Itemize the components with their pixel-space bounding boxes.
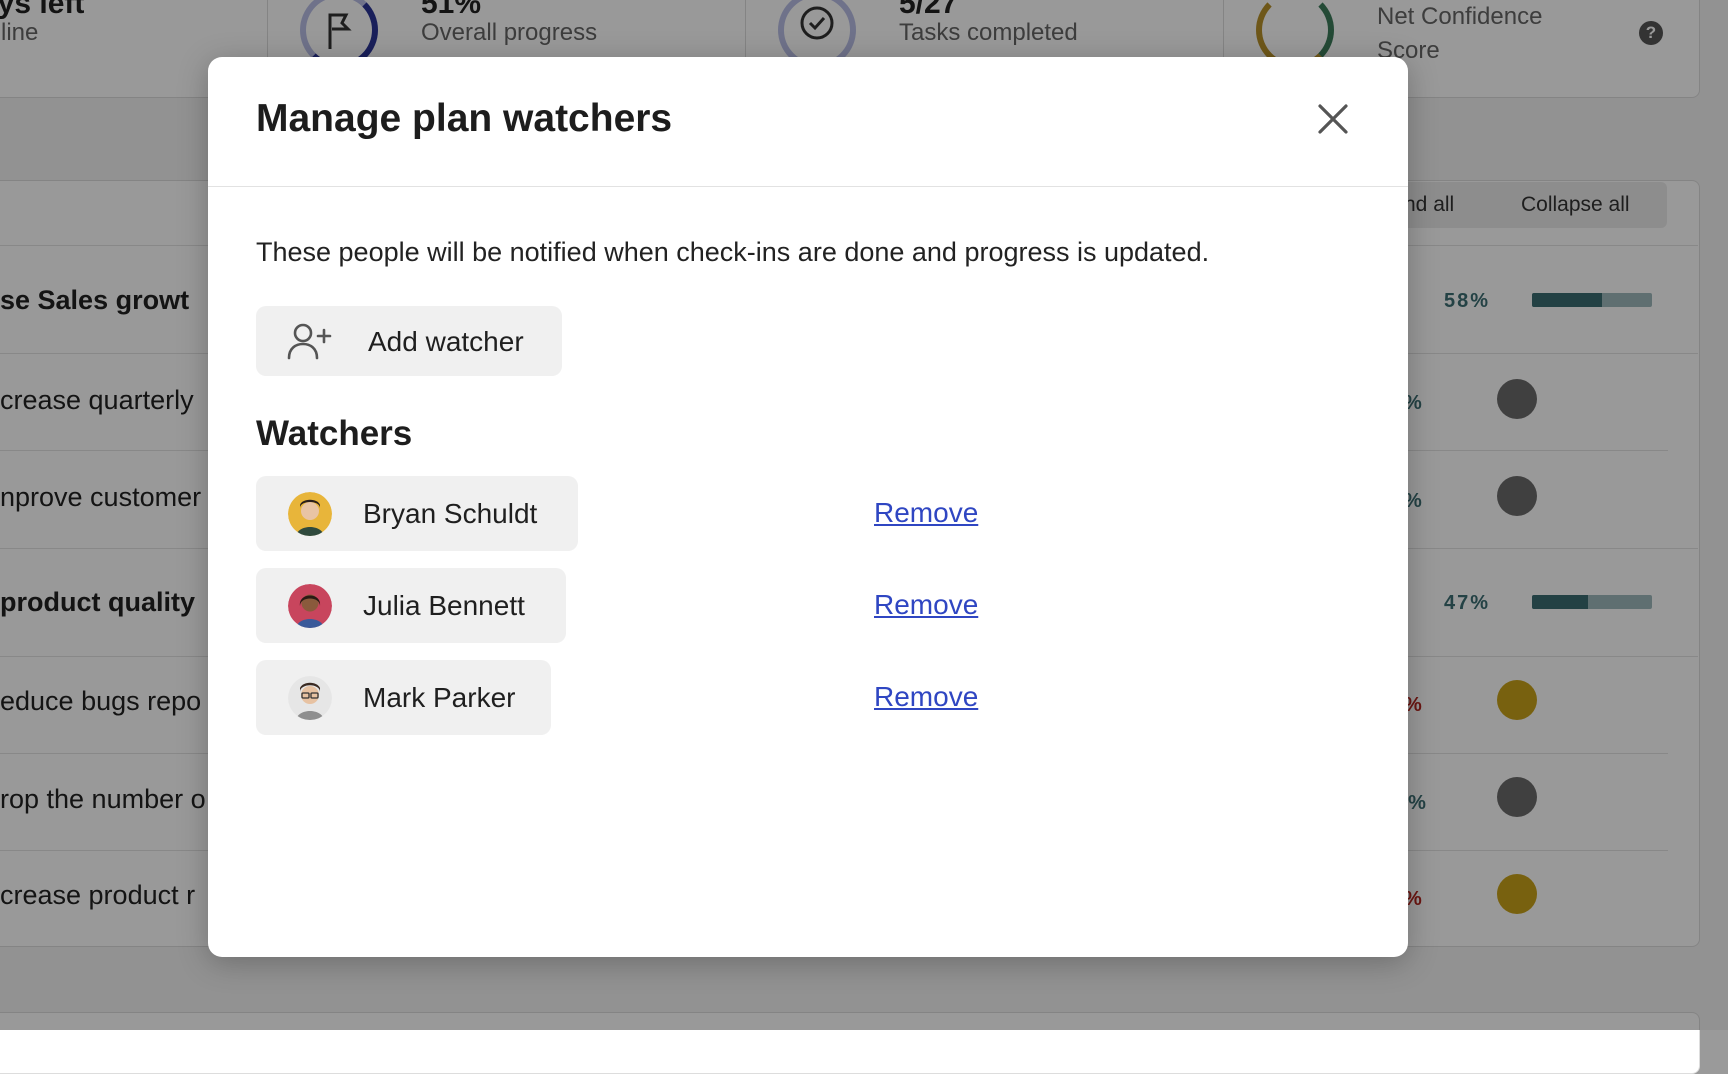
add-watcher-button[interactable]: Add watcher bbox=[256, 306, 562, 376]
close-button[interactable] bbox=[1308, 94, 1358, 144]
remove-watcher-link[interactable]: Remove bbox=[874, 497, 978, 529]
manage-watchers-dialog: Manage plan watchers These people will b… bbox=[208, 57, 1408, 957]
watcher-name: Mark Parker bbox=[363, 682, 516, 713]
dialog-description: These people will be notified when check… bbox=[256, 237, 1210, 267]
avatar bbox=[288, 676, 332, 720]
watcher-name: Bryan Schuldt bbox=[363, 498, 538, 529]
dialog-title: Manage plan watchers bbox=[256, 97, 673, 140]
avatar bbox=[288, 584, 332, 628]
avatar bbox=[288, 492, 332, 536]
watcher-chip: Bryan Schuldt bbox=[256, 476, 578, 551]
add-user-icon bbox=[287, 323, 332, 360]
watcher-chip: Mark Parker bbox=[256, 660, 551, 735]
close-icon bbox=[1318, 104, 1348, 134]
watcher-chip: Julia Bennett bbox=[256, 568, 566, 643]
add-watcher-label: Add watcher bbox=[368, 326, 524, 357]
watchers-heading: Watchers bbox=[256, 414, 413, 453]
remove-watcher-link[interactable]: Remove bbox=[874, 681, 978, 713]
remove-watcher-link[interactable]: Remove bbox=[874, 589, 978, 621]
dialog-header: Manage plan watchers bbox=[208, 57, 1408, 187]
watcher-name: Julia Bennett bbox=[363, 590, 525, 621]
